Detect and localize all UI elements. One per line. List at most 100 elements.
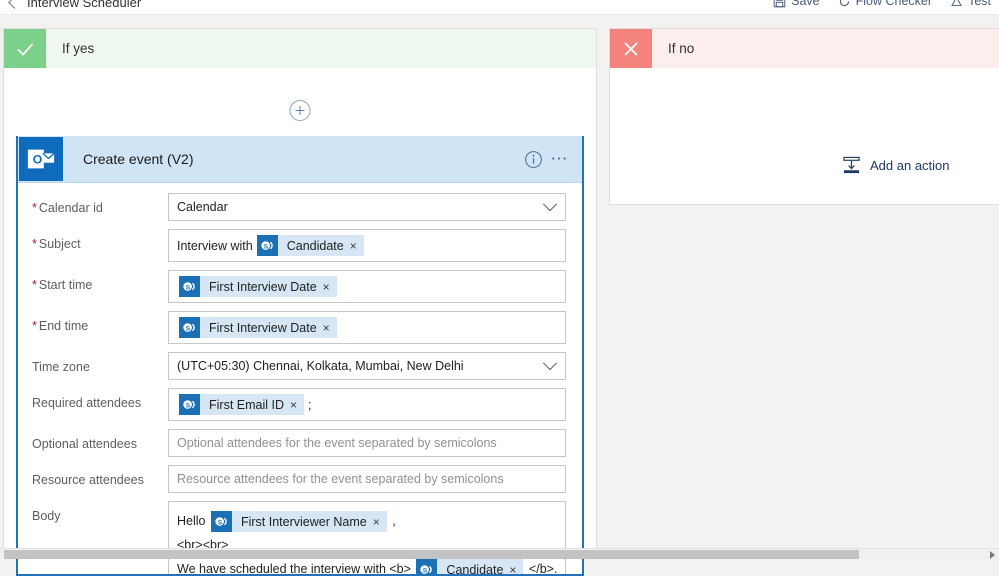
- token-label: First Interview Date: [200, 319, 323, 337]
- svg-text:S: S: [218, 520, 223, 527]
- insert-action-icon: [842, 156, 861, 175]
- sharepoint-icon: S: [179, 317, 200, 338]
- command-group: Save Flow Checker Test: [773, 0, 991, 8]
- required-marker: *: [32, 278, 37, 292]
- field-label: Resource attendees: [18, 465, 168, 488]
- field-calendar-id: *Calendar id Calendar: [18, 193, 582, 221]
- test-button[interactable]: Test: [950, 0, 991, 8]
- time-zone-dropdown[interactable]: (UTC+05:30) Chennai, Kolkata, Mumbai, Ne…: [168, 352, 566, 380]
- svg-text:S: S: [263, 243, 268, 250]
- body-editor[interactable]: Hello S First Interviewer Name: [168, 501, 566, 576]
- field-label: Required attendees: [18, 388, 168, 411]
- save-icon: [773, 0, 786, 8]
- body-line-1: Hello S First Interviewer Name: [177, 509, 557, 533]
- save-button[interactable]: Save: [773, 0, 820, 8]
- add-an-action-button[interactable]: Add an action: [842, 156, 950, 175]
- resource-attendees-placeholder: Resource attendees for the event separat…: [177, 470, 504, 488]
- action-card-header[interactable]: O Create event (V2) ⋯: [18, 136, 582, 183]
- chevron-down-icon: [543, 356, 557, 370]
- field-label: Body: [18, 501, 168, 524]
- flow-canvas: If yes If no Add an action: [0, 15, 999, 548]
- required-attendees-input[interactable]: S First Email ID × ;: [168, 388, 566, 421]
- field-label: *Subject: [18, 229, 168, 252]
- horizontal-scrollbar[interactable]: [0, 548, 999, 559]
- sharepoint-icon: S: [257, 235, 278, 256]
- token-remove-icon[interactable]: ×: [290, 399, 304, 411]
- top-command-bar: Interview Scheduler Save Flow Checker Te…: [0, 0, 999, 15]
- optional-attendees-input[interactable]: Optional attendees for the event separat…: [168, 429, 566, 457]
- field-required-attendees: Required attendees S First Email: [18, 388, 582, 421]
- branch-if-no-label: If no: [652, 29, 999, 68]
- token-remove-icon[interactable]: ×: [323, 281, 337, 293]
- token-remove-icon[interactable]: ×: [373, 516, 387, 528]
- svg-text:S: S: [186, 284, 191, 291]
- branch-if-no-body: Add an action: [610, 68, 999, 204]
- token-label: First Interviewer Name: [232, 510, 373, 534]
- token-remove-icon[interactable]: ×: [323, 322, 337, 334]
- calendar-id-dropdown[interactable]: Calendar: [168, 193, 566, 221]
- field-subject: *Subject Interview with S: [18, 229, 582, 262]
- field-label: *Calendar id: [18, 193, 168, 216]
- resource-attendees-input[interactable]: Resource attendees for the event separat…: [168, 465, 566, 493]
- branch-if-no-header: If no: [610, 29, 999, 68]
- required-marker: *: [32, 201, 37, 215]
- field-label: Optional attendees: [18, 429, 168, 452]
- add-step-button[interactable]: [290, 100, 311, 121]
- token-label: Candidate: [278, 237, 350, 255]
- field-time-zone: Time zone (UTC+05:30) Chennai, Kolkata, …: [18, 352, 582, 380]
- breadcrumb[interactable]: Interview Scheduler: [10, 0, 141, 10]
- required-marker: *: [32, 319, 37, 333]
- body-line3-prefix: We have scheduled the interview with <b>: [177, 562, 411, 576]
- dynamic-token-first-interviewer-name[interactable]: S First Interviewer Name ×: [211, 511, 387, 532]
- start-time-input[interactable]: S First Interview Date ×: [168, 270, 566, 303]
- sharepoint-icon: S: [179, 276, 200, 297]
- save-label: Save: [791, 0, 820, 8]
- dynamic-token-candidate[interactable]: S Candidate ×: [416, 559, 523, 576]
- back-chevron-icon[interactable]: [8, 0, 21, 9]
- breadcrumb-label: Interview Scheduler: [27, 0, 141, 10]
- field-optional-attendees: Optional attendees Optional attendees fo…: [18, 429, 582, 457]
- field-label: *End time: [18, 311, 168, 334]
- flow-checker-button[interactable]: Flow Checker: [838, 0, 932, 8]
- dynamic-token-candidate[interactable]: S Candidate ×: [257, 235, 364, 256]
- svg-text:S: S: [186, 402, 191, 409]
- branch-if-yes-label: If yes: [46, 29, 596, 68]
- action-card-body: *Calendar id Calendar *Subject Interview…: [18, 183, 582, 576]
- subject-input[interactable]: Interview with S Candidate ×: [168, 229, 566, 262]
- body-line3-suffix: </b>.: [529, 562, 558, 576]
- field-body: Body Hello S: [18, 501, 582, 576]
- body-line1-suffix: ,: [392, 514, 395, 528]
- flow-checker-icon: [838, 0, 851, 8]
- scroll-right-arrow-icon[interactable]: [990, 551, 995, 559]
- svg-text:O: O: [33, 153, 42, 167]
- required-attendees-separator: ;: [308, 396, 311, 414]
- branch-if-no: If no Add an action: [609, 28, 999, 205]
- branch-if-yes-header: If yes: [4, 29, 596, 68]
- ellipsis-icon[interactable]: ⋯: [551, 149, 583, 169]
- field-label: Time zone: [18, 352, 168, 375]
- body-line-3: We have scheduled the interview with <b>…: [177, 557, 557, 576]
- info-icon: [524, 150, 543, 169]
- field-resource-attendees: Resource attendees Resource attendees fo…: [18, 465, 582, 493]
- end-time-input[interactable]: S First Interview Date ×: [168, 311, 566, 344]
- dynamic-token-first-email-id[interactable]: S First Email ID ×: [179, 394, 304, 415]
- sharepoint-icon: S: [416, 559, 437, 576]
- info-button[interactable]: [517, 150, 551, 169]
- token-remove-icon[interactable]: ×: [350, 240, 364, 252]
- subject-prefix-text: Interview with: [177, 237, 253, 255]
- token-remove-icon[interactable]: ×: [509, 564, 523, 576]
- dynamic-token-first-interview-date[interactable]: S First Interview Date ×: [179, 317, 337, 338]
- flow-checker-label: Flow Checker: [856, 0, 932, 8]
- token-label: Candidate: [437, 558, 509, 576]
- branch-no-marker: [610, 29, 652, 68]
- field-label: *Start time: [18, 270, 168, 293]
- sharepoint-icon: S: [179, 394, 200, 415]
- optional-attendees-placeholder: Optional attendees for the event separat…: [177, 434, 497, 452]
- outlook-icon: O: [19, 137, 63, 181]
- horizontal-scrollbar-thumb[interactable]: [4, 550, 859, 559]
- token-label: First Email ID: [200, 396, 290, 414]
- test-label: Test: [968, 0, 991, 8]
- field-end-time: *End time S First Interview Date: [18, 311, 582, 344]
- dynamic-token-first-interview-date[interactable]: S First Interview Date ×: [179, 276, 337, 297]
- action-card-create-event[interactable]: O Create event (V2) ⋯ *Calendar id: [16, 136, 584, 576]
